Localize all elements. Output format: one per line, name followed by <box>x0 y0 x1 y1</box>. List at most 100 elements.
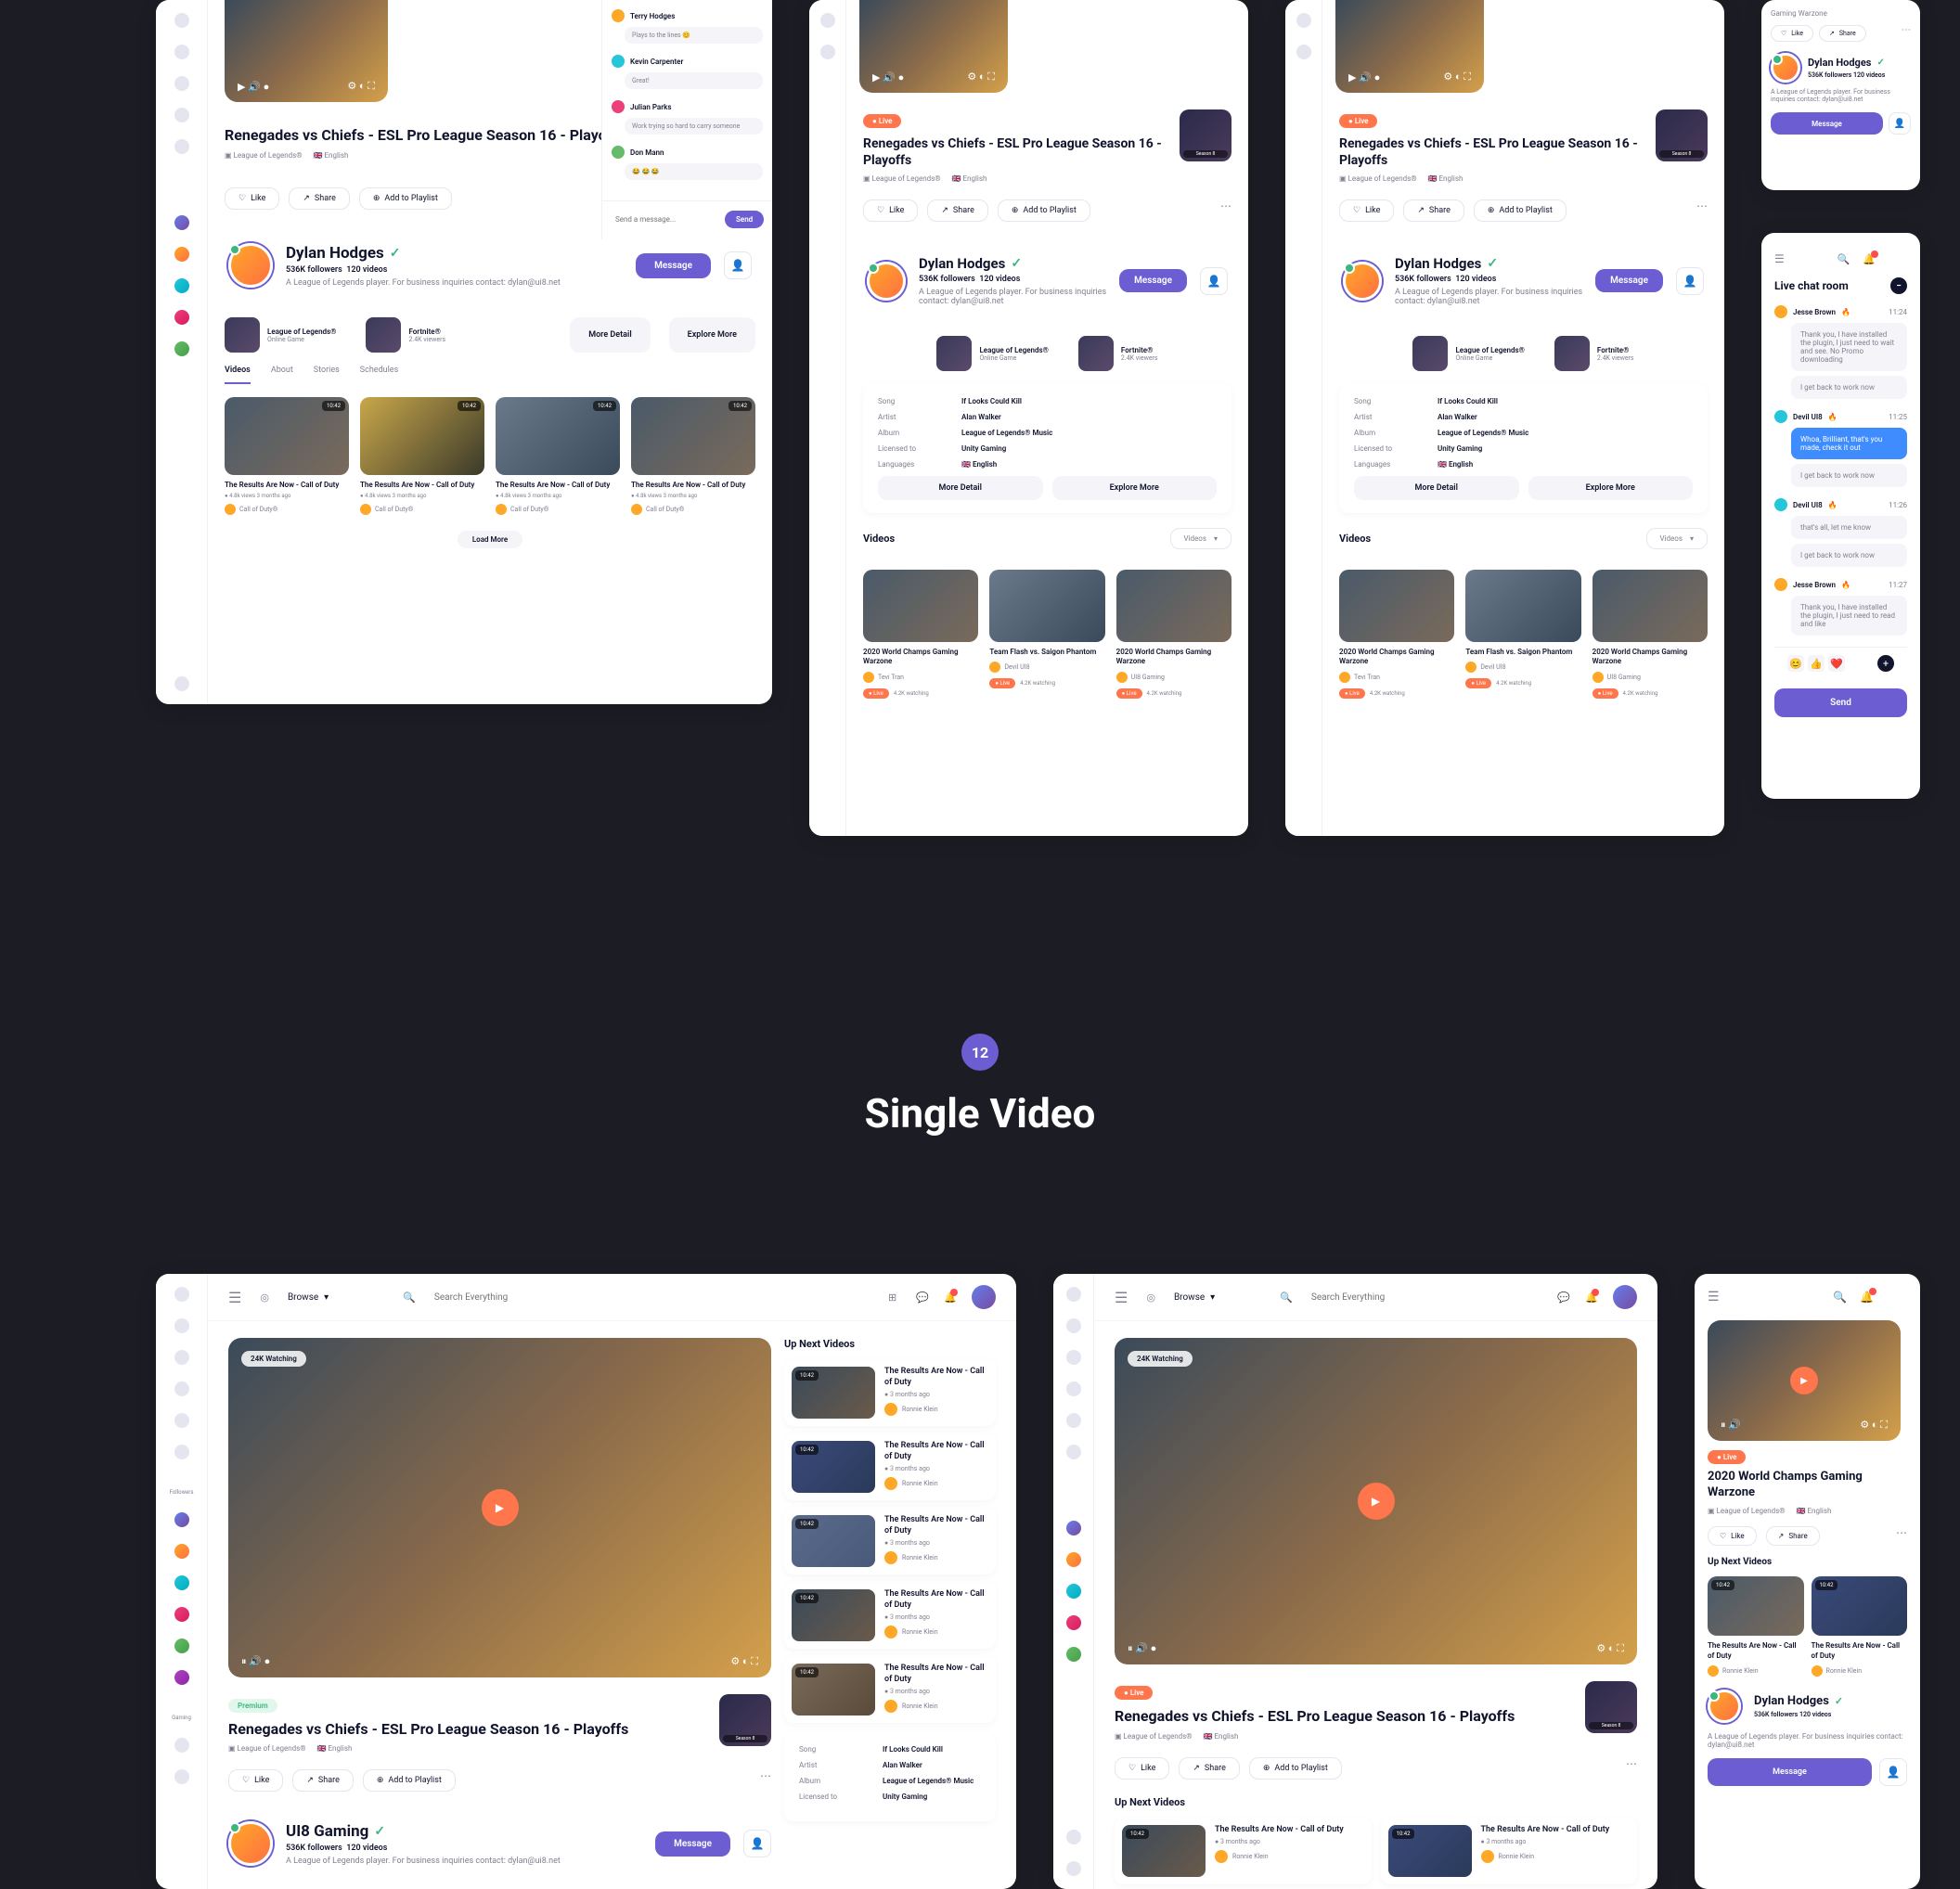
following-avatar[interactable] <box>174 215 189 230</box>
nav-icon[interactable] <box>1066 1287 1081 1302</box>
following-avatar[interactable] <box>174 1512 189 1527</box>
chat-icon[interactable]: 💬 <box>1557 1291 1568 1303</box>
user-add-button[interactable]: 👤 <box>743 1830 771 1857</box>
bell-icon[interactable]: 🔔 <box>1585 1291 1596 1303</box>
more-detail-button[interactable]: More Detail <box>1354 476 1519 500</box>
menu-icon[interactable]: ☰ <box>1115 1289 1128 1306</box>
video-card[interactable]: 2020 World Champs Gaming WarzoneUI8 Gami… <box>1116 570 1231 698</box>
nav-icon[interactable] <box>174 13 189 28</box>
message-button[interactable]: Message <box>1119 269 1187 292</box>
like-button[interactable]: ♡ Like <box>863 199 918 222</box>
videos-dropdown[interactable]: Videos ▾ <box>1170 528 1232 549</box>
game-thumbnail[interactable]: Season 8 <box>719 1694 771 1746</box>
nav-icon[interactable] <box>174 139 189 154</box>
upnext-item[interactable]: 10:42The Results Are Now - Call of DutyR… <box>1708 1576 1804 1677</box>
user-avatar[interactable] <box>1613 1285 1637 1309</box>
video-card[interactable]: 10:42The Results Are Now - Call of Duty●… <box>496 397 620 515</box>
nav-home-icon[interactable] <box>174 1287 189 1302</box>
more-icon[interactable]: ⋯ <box>1220 199 1231 222</box>
upnext-item[interactable]: 10:42The Results Are Now - Call of Duty●… <box>784 1656 996 1723</box>
user-add-button[interactable]: 👤 <box>1879 1758 1907 1786</box>
more-detail-button[interactable]: More Detail <box>878 476 1043 500</box>
video-player[interactable]: ▶ ⏸ 🔊 ⚙ ◐ ⛶ <box>1708 1320 1901 1441</box>
user-avatar[interactable] <box>972 1285 996 1309</box>
playlist-button[interactable]: ⊕ Add to Playlist <box>1474 199 1567 222</box>
user-add-button[interactable]: 👤 <box>1889 112 1911 135</box>
channel-avatar[interactable] <box>867 262 906 301</box>
video-card[interactable]: 10:42The Results Are Now - Call of Duty●… <box>225 397 349 515</box>
channel-avatar[interactable] <box>1343 262 1382 301</box>
send-button[interactable]: Send <box>1774 688 1907 717</box>
game-card[interactable]: Fortnite®2.4K viewers <box>366 317 445 353</box>
nav-icon[interactable] <box>174 1413 189 1428</box>
nav-icon[interactable] <box>174 676 189 691</box>
like-button[interactable]: ♡ Like <box>225 187 279 210</box>
menu-icon[interactable]: ☰ <box>1774 252 1785 265</box>
share-button[interactable]: ↗ Share <box>292 1769 353 1792</box>
video-card[interactable]: Team Flash vs. Saigon PhantomDevil UI8● … <box>989 570 1104 698</box>
nav-icon[interactable] <box>174 108 189 122</box>
message-button[interactable]: Message <box>636 253 711 278</box>
more-icon[interactable]: ⋯ <box>1902 25 1911 42</box>
channel-name[interactable]: Dylan Hodges✓ <box>286 244 623 263</box>
video-card[interactable]: 10:42The Results Are Now - Call of Duty●… <box>631 397 755 515</box>
nav-icon[interactable] <box>174 1350 189 1365</box>
browse-dropdown[interactable]: Browse ▾ <box>288 1292 329 1303</box>
channel-avatar[interactable] <box>1708 1690 1741 1723</box>
following-avatar[interactable] <box>174 1544 189 1559</box>
like-button[interactable]: ♡ Like <box>1115 1757 1169 1780</box>
chat-icon[interactable]: 💬 <box>916 1291 927 1303</box>
nav-icon[interactable] <box>1296 45 1311 59</box>
message-input[interactable] <box>615 211 717 228</box>
video-card[interactable]: 2020 World Champs Gaming WarzoneTevi Tra… <box>863 570 978 698</box>
following-avatar[interactable] <box>174 1670 189 1685</box>
search-icon[interactable]: 🔍 <box>1838 253 1850 265</box>
upnext-item[interactable]: 10:42The Results Are Now - Call of Duty●… <box>784 1359 996 1426</box>
video-player[interactable]: 24K Watching ▶ ⏸ 🔊 ● ⚙ ◐ ⛶ <box>228 1338 771 1677</box>
following-avatar[interactable] <box>1066 1584 1081 1599</box>
upnext-item[interactable]: 10:42The Results Are Now - Call of Duty●… <box>1115 1818 1372 1884</box>
search-icon[interactable]: 🔍 <box>1833 1291 1847 1304</box>
more-detail-button[interactable]: More Detail <box>570 317 650 353</box>
share-button[interactable]: ↗ Share <box>1403 199 1464 222</box>
like-button[interactable]: ♡ Like <box>228 1769 283 1792</box>
explore-button[interactable]: Explore More <box>669 317 755 353</box>
nav-icon[interactable] <box>174 45 189 59</box>
game-card[interactable]: Fortnite®2.4K viewers <box>1078 336 1158 371</box>
share-button[interactable]: ↗ Share <box>1766 1526 1820 1546</box>
channel-name[interactable]: Dylan Hodges✓ <box>919 255 1106 272</box>
emoji-button[interactable]: 👍 <box>1808 655 1825 672</box>
following-avatar[interactable] <box>1066 1521 1081 1536</box>
videos-dropdown[interactable]: Videos ▾ <box>1646 528 1709 549</box>
message-button[interactable]: Message <box>655 1831 730 1857</box>
more-icon[interactable]: ⋯ <box>1696 199 1708 222</box>
send-button[interactable]: Send <box>725 211 764 228</box>
more-icon[interactable]: ⋯ <box>760 1769 771 1792</box>
nav-icon[interactable] <box>174 1381 189 1396</box>
video-player[interactable]: ▶ 🔊 ● ⚙ ◐ ⛶ <box>225 0 388 102</box>
nav-icon[interactable] <box>174 1318 189 1333</box>
game-thumbnail[interactable]: Season 8 <box>1656 109 1708 161</box>
upnext-item[interactable]: 10:42The Results Are Now - Call of Duty●… <box>784 1433 996 1500</box>
following-avatar[interactable] <box>174 1607 189 1622</box>
like-button[interactable]: ♡ Like <box>1708 1526 1757 1546</box>
load-more-button[interactable]: Load More <box>458 531 522 548</box>
nav-icon[interactable] <box>174 1738 189 1753</box>
video-card[interactable]: 2020 World Champs Gaming WarzoneTevi Tra… <box>1339 570 1454 698</box>
video-player[interactable]: 24K Watching ▶ ⏸ 🔊 ● ⚙ ◐ ⛶ <box>1115 1338 1637 1664</box>
play-icon[interactable]: ▶ <box>1790 1367 1818 1394</box>
following-avatar[interactable] <box>1066 1647 1081 1662</box>
channel-avatar[interactable] <box>1771 53 1800 83</box>
nav-icon[interactable] <box>1066 1318 1081 1333</box>
emoji-add-button[interactable]: + <box>1877 655 1894 672</box>
message-button[interactable]: Message <box>1708 1758 1872 1786</box>
game-card[interactable]: League of Legends®Online Game <box>225 317 336 353</box>
upnext-item[interactable]: 10:42The Results Are Now - Call of Duty●… <box>784 1508 996 1574</box>
bell-icon[interactable]: 🔔 <box>944 1291 955 1303</box>
more-icon[interactable]: ⋯ <box>1896 1526 1907 1546</box>
following-avatar[interactable] <box>174 278 189 293</box>
user-avatar[interactable] <box>1887 1287 1907 1307</box>
user-avatar[interactable] <box>1889 250 1907 268</box>
playlist-button[interactable]: ⊕ Add to Playlist <box>363 1769 456 1792</box>
channel-avatar[interactable] <box>228 1821 273 1866</box>
